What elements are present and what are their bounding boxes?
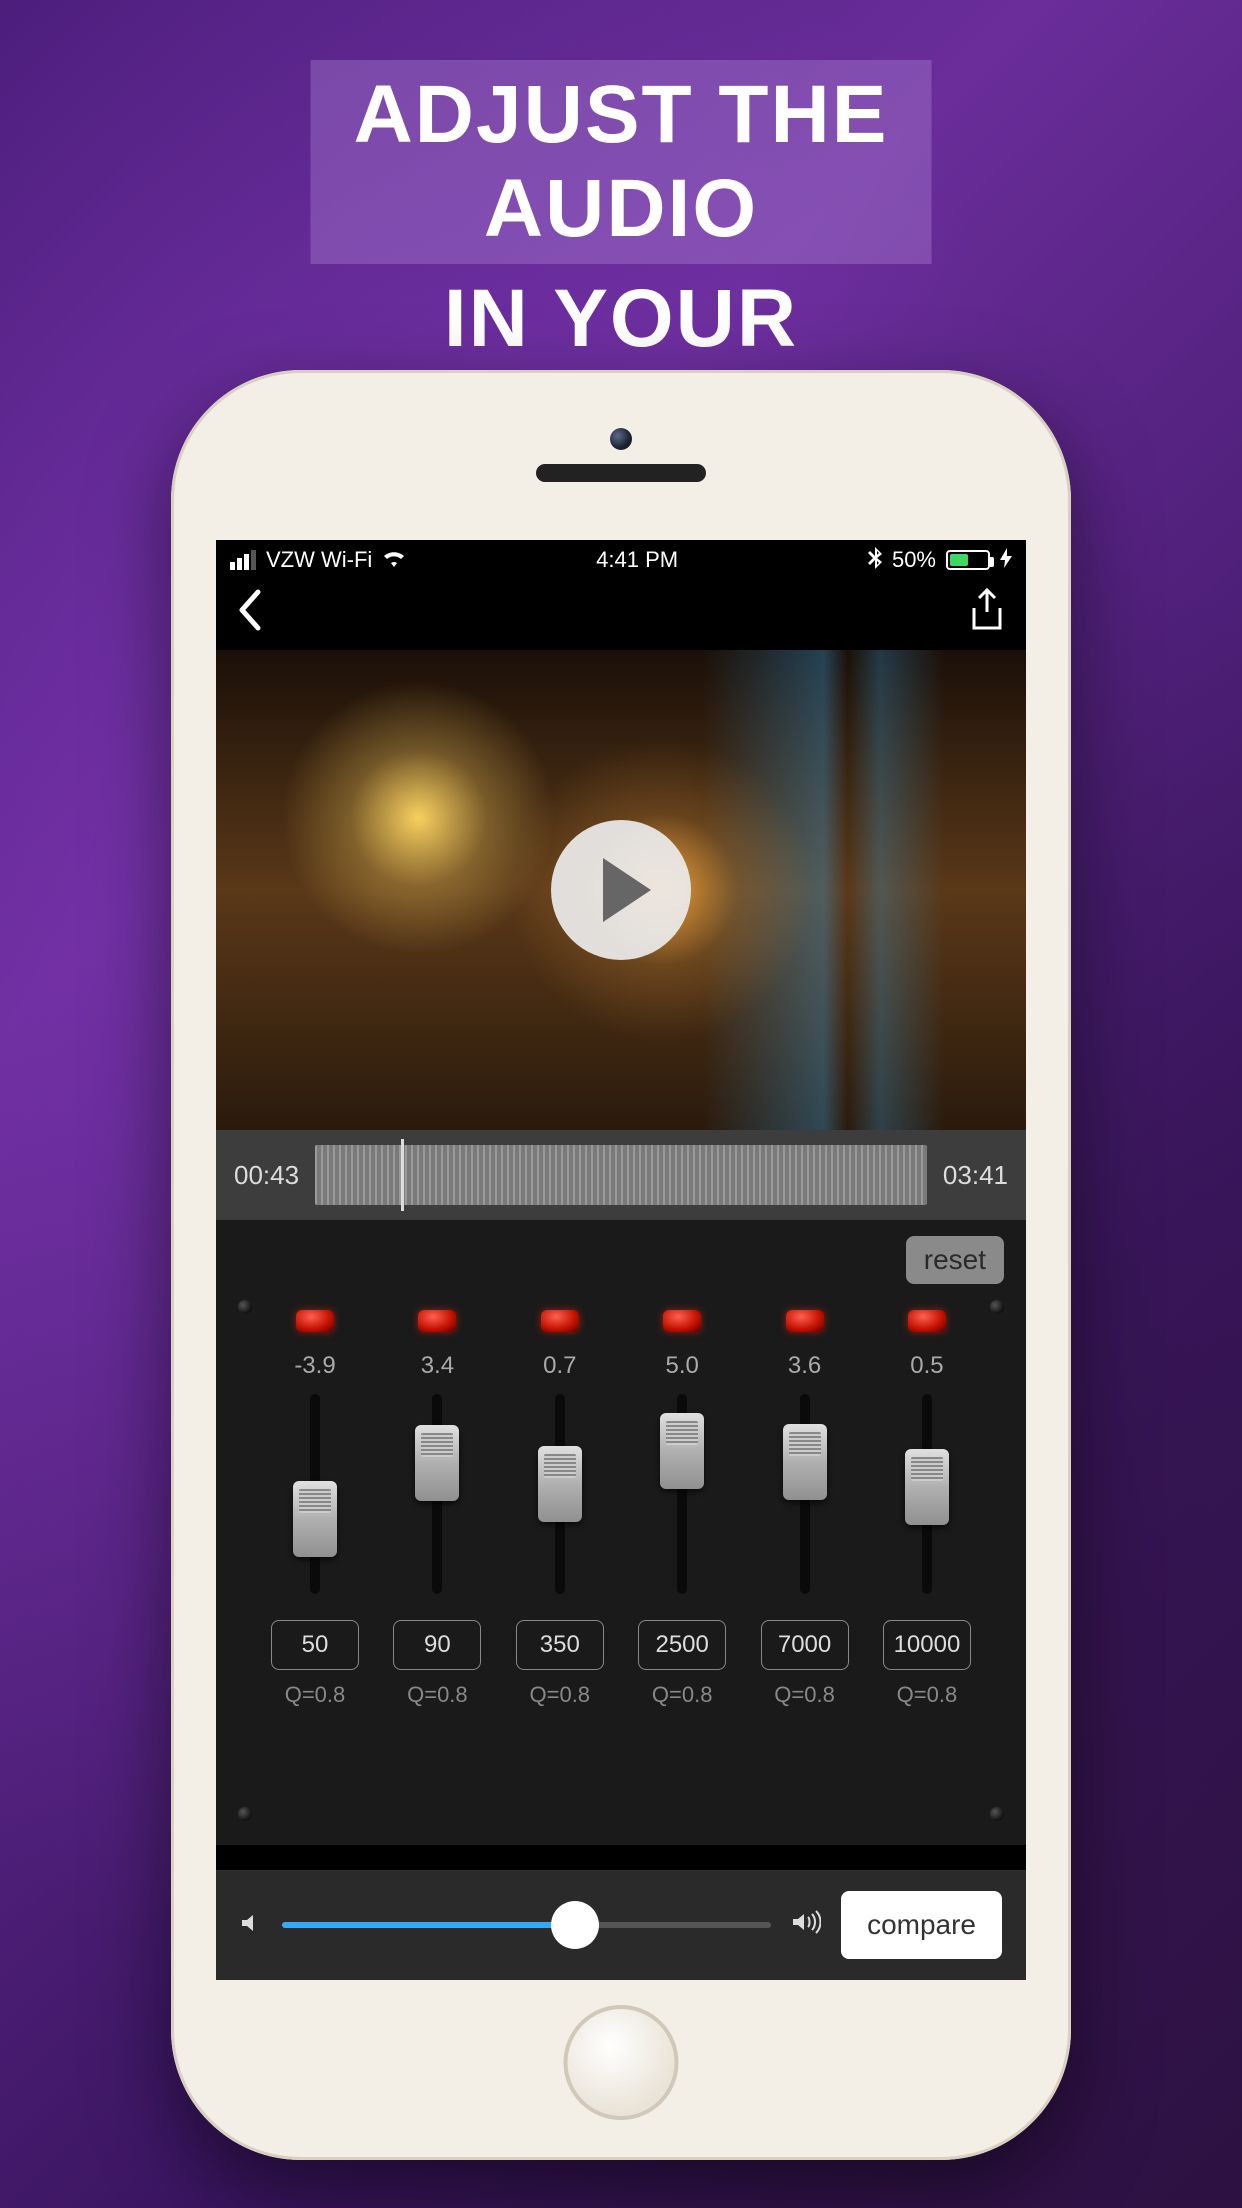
volume-high-icon [791, 1909, 821, 1941]
eq-slider[interactable] [922, 1394, 932, 1594]
gain-value: 0.5 [910, 1352, 943, 1380]
eq-slider[interactable] [555, 1394, 565, 1594]
battery-icon [946, 550, 990, 570]
phone-top [171, 370, 1071, 540]
led-icon [418, 1310, 456, 1332]
waveform[interactable] [315, 1145, 927, 1205]
eq-slider-knob[interactable] [293, 1481, 337, 1557]
signal-icon [230, 550, 256, 570]
compare-button[interactable]: compare [841, 1891, 1002, 1959]
screen: VZW Wi-Fi 4:41 PM 50% [216, 540, 1026, 1980]
q-value: Q=0.8 [897, 1682, 958, 1708]
reset-button[interactable]: reset [906, 1236, 1004, 1284]
eq-slider[interactable] [677, 1394, 687, 1594]
screw-icon [238, 1807, 252, 1821]
freq-value[interactable]: 7000 [761, 1620, 849, 1670]
freq-value[interactable]: 2500 [638, 1620, 726, 1670]
eq-band-0: -3.9 50 Q=0.8 [260, 1310, 370, 1708]
freq-value[interactable]: 10000 [883, 1620, 971, 1670]
gain-value: 3.4 [421, 1352, 454, 1380]
freq-value[interactable]: 90 [393, 1620, 481, 1670]
screw-icon [990, 1807, 1004, 1821]
eq-band-2: 0.7 350 Q=0.8 [505, 1310, 615, 1708]
wifi-icon [382, 547, 406, 573]
eq-band-5: 0.5 10000 Q=0.8 [872, 1310, 982, 1708]
gain-value: 3.6 [788, 1352, 821, 1380]
eq-band-4: 3.6 7000 Q=0.8 [750, 1310, 860, 1708]
nav-bar [216, 580, 1026, 650]
q-value: Q=0.8 [530, 1682, 591, 1708]
eq-slider-knob[interactable] [415, 1425, 459, 1501]
gain-value: 5.0 [665, 1352, 698, 1380]
q-value: Q=0.8 [652, 1682, 713, 1708]
volume-thumb[interactable] [551, 1901, 599, 1949]
eq-slider-knob[interactable] [905, 1449, 949, 1525]
eq-band-3: 5.0 2500 Q=0.8 [627, 1310, 737, 1708]
home-button[interactable] [564, 2005, 679, 2120]
led-icon [663, 1310, 701, 1332]
video-preview[interactable] [216, 650, 1026, 1130]
eq-band-1: 3.4 90 Q=0.8 [382, 1310, 492, 1708]
eq-slider-knob[interactable] [538, 1446, 582, 1522]
speaker-slot [536, 464, 706, 482]
eq-slider-knob[interactable] [660, 1413, 704, 1489]
bluetooth-icon [868, 547, 882, 574]
time-total: 03:41 [943, 1160, 1008, 1191]
q-value: Q=0.8 [774, 1682, 835, 1708]
timeline[interactable]: 00:43 03:41 [216, 1130, 1026, 1220]
bottom-bar: compare [216, 1870, 1026, 1980]
carrier-label: VZW Wi-Fi [266, 547, 372, 573]
status-time: 4:41 PM [596, 547, 678, 573]
eq-slider[interactable] [800, 1394, 810, 1594]
freq-value[interactable]: 350 [516, 1620, 604, 1670]
camera-dot [610, 428, 632, 450]
eq-slider-knob[interactable] [783, 1424, 827, 1500]
screw-icon [990, 1300, 1004, 1314]
battery-percent: 50% [892, 547, 936, 573]
volume-slider[interactable] [282, 1922, 771, 1928]
phone-frame: VZW Wi-Fi 4:41 PM 50% [171, 370, 1071, 2160]
screw-icon [238, 1300, 252, 1314]
led-icon [786, 1310, 824, 1332]
eq-slider[interactable] [432, 1394, 442, 1594]
status-bar: VZW Wi-Fi 4:41 PM 50% [216, 540, 1026, 580]
promo-line1: ADJUST THE AUDIO [311, 60, 932, 264]
charging-icon [1000, 548, 1012, 573]
gain-value: 0.7 [543, 1352, 576, 1380]
play-button[interactable] [551, 820, 691, 960]
freq-value[interactable]: 50 [271, 1620, 359, 1670]
eq-slider[interactable] [310, 1394, 320, 1594]
led-icon [296, 1310, 334, 1332]
back-button[interactable] [236, 588, 264, 643]
volume-low-icon [240, 1909, 262, 1941]
time-current: 00:43 [234, 1160, 299, 1191]
q-value: Q=0.8 [285, 1682, 346, 1708]
share-button[interactable] [968, 588, 1006, 643]
gain-value: -3.9 [294, 1352, 335, 1380]
equalizer-panel: reset -3.950Q=0.83.490Q=0.80.7350Q=0.85.… [216, 1220, 1026, 1845]
led-icon [908, 1310, 946, 1332]
q-value: Q=0.8 [407, 1682, 468, 1708]
led-icon [541, 1310, 579, 1332]
